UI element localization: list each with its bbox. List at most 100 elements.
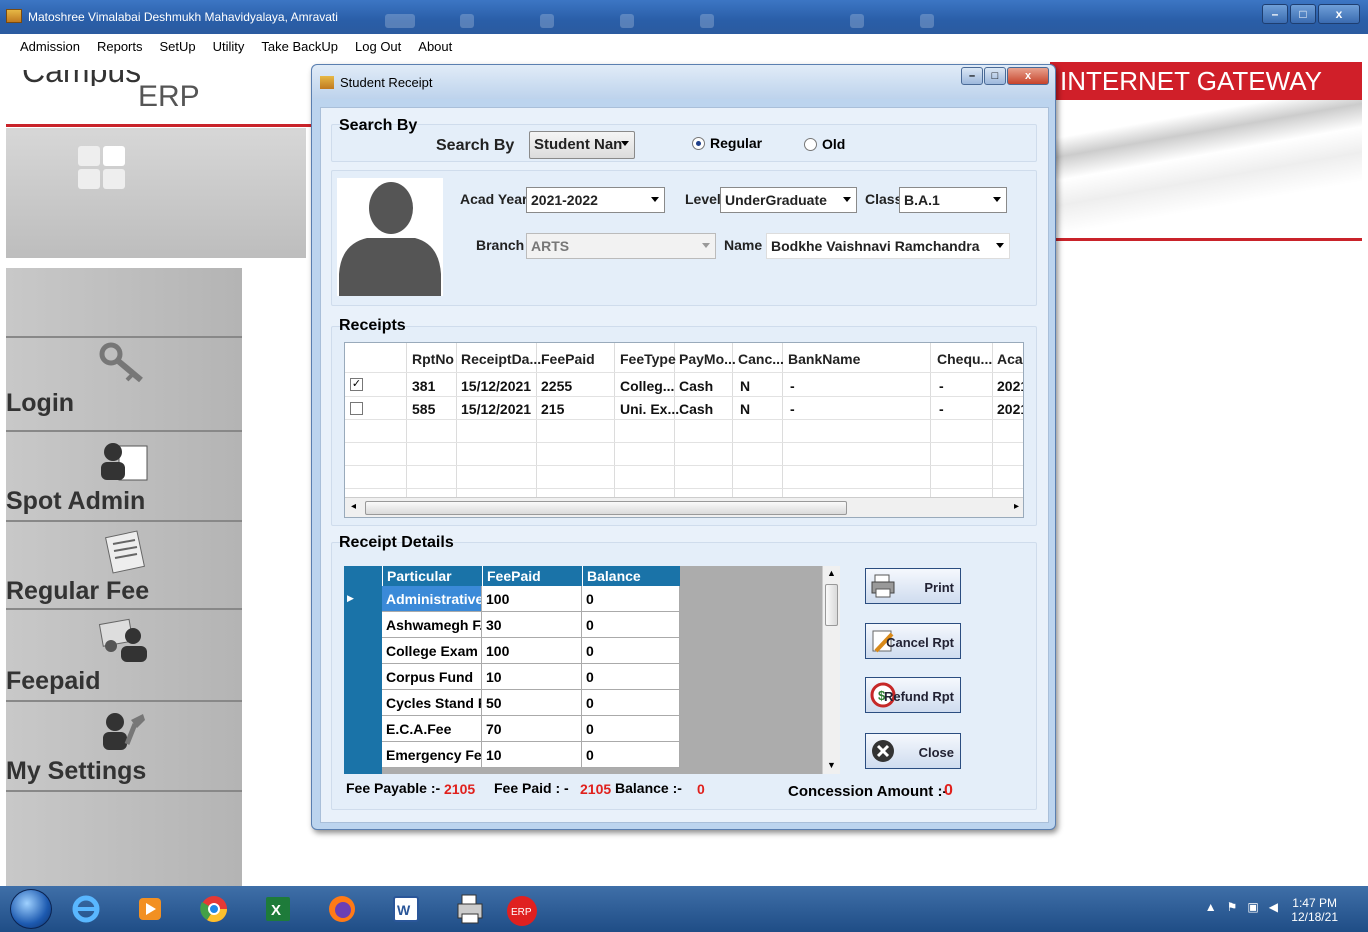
maximize-button[interactable]: □ — [1290, 4, 1316, 24]
close-dialog-button[interactable]: Close — [865, 733, 961, 769]
print-button[interactable]: Print — [865, 568, 961, 604]
detail-fee-paid[interactable]: 70 — [482, 716, 582, 742]
detail-fee-paid[interactable]: 30 — [482, 612, 582, 638]
volume-icon[interactable]: ◀ — [1269, 900, 1278, 914]
detail-balance[interactable]: 0 — [582, 690, 680, 716]
detail-balance[interactable]: 0 — [582, 612, 680, 638]
scrollbar-thumb[interactable] — [825, 584, 838, 626]
current-row-indicator-icon: ▶ — [347, 593, 354, 603]
refund-receipt-button[interactable]: $ Refund Rpt — [865, 677, 961, 713]
dialog-minimize-button[interactable]: – — [961, 67, 983, 85]
detail-fee-paid[interactable]: 10 — [482, 664, 582, 690]
menu-setup[interactable]: SetUp — [160, 34, 205, 58]
ie-icon[interactable] — [64, 890, 108, 928]
col-header-paymode[interactable]: PayMo... — [679, 351, 736, 379]
dialog-close-button[interactable]: x — [1007, 67, 1049, 85]
menu-utility[interactable]: Utility — [213, 34, 254, 58]
detail-particular[interactable]: Ashwamegh F... — [382, 612, 482, 638]
printer-task-icon[interactable] — [448, 890, 492, 928]
chevron-down-icon — [996, 243, 1004, 248]
tray-expand-icon[interactable]: ▲ — [1205, 900, 1217, 914]
detail-fee-paid[interactable]: 10 — [482, 742, 582, 768]
detail-balance[interactable]: 0 — [582, 742, 680, 768]
col-header-particular[interactable]: Particular — [382, 566, 482, 586]
scroll-left-icon[interactable]: ◂ — [351, 501, 356, 512]
detail-balance[interactable]: 0 — [582, 716, 680, 742]
col-header-fee-paid[interactable]: FeePaid — [482, 566, 582, 586]
detail-fee-paid[interactable]: 100 — [482, 638, 582, 664]
chevron-down-icon — [621, 141, 629, 146]
class-dropdown[interactable]: B.A.1 — [899, 187, 1007, 213]
acad-year-label: Acad Year — [460, 191, 528, 207]
excel-icon[interactable]: X — [256, 890, 300, 928]
col-header-cancel[interactable]: Canc... — [738, 351, 784, 379]
firefox-icon[interactable] — [320, 890, 364, 928]
detail-particular[interactable]: E.C.A.Fee — [382, 716, 482, 742]
col-header-bankname[interactable]: BankName — [788, 351, 860, 379]
detail-balance[interactable]: 0 — [582, 664, 680, 690]
sidebar-item-my-settings[interactable]: My Settings — [6, 706, 242, 796]
detail-particular[interactable]: Corpus Fund — [382, 664, 482, 690]
radio-old[interactable] — [804, 138, 817, 151]
detail-particular[interactable]: Administrative... — [382, 586, 482, 612]
detail-balance[interactable]: 0 — [582, 638, 680, 664]
col-header-cheque[interactable]: Chequ... — [937, 351, 992, 379]
sidebar-item-regular-fee[interactable]: Regular Fee — [6, 526, 242, 616]
menu-reports[interactable]: Reports — [97, 34, 152, 58]
dialog-maximize-button[interactable]: □ — [984, 67, 1006, 85]
clock[interactable]: 1:47 PM 12/18/21 — [1291, 896, 1338, 924]
main-title-bar: Matoshree Vimalabai Deshmukh Mahavidyala… — [0, 0, 1368, 34]
scroll-right-icon[interactable]: ▸ — [1014, 501, 1019, 512]
printer-icon — [871, 574, 895, 598]
scroll-up-icon[interactable]: ▲ — [827, 568, 836, 578]
close-button[interactable]: x — [1318, 4, 1360, 24]
menu-log-out[interactable]: Log Out — [355, 34, 410, 58]
minimize-button[interactable]: – — [1262, 4, 1288, 24]
cell-cheque: - — [939, 378, 944, 394]
detail-particular[interactable]: College Exam ... — [382, 638, 482, 664]
level-label: Level — [685, 191, 721, 207]
concession-value: 0 — [944, 782, 953, 799]
col-header-feetype[interactable]: FeeType — [620, 351, 676, 379]
word-icon[interactable]: W — [384, 890, 428, 928]
detail-particular[interactable]: Emergency Fee — [382, 742, 482, 768]
horizontal-scrollbar[interactable]: ◂ ▸ — [345, 497, 1023, 517]
details-vertical-scrollbar[interactable]: ▲ ▼ — [822, 566, 840, 774]
search-by-dropdown[interactable]: Student Nan — [529, 131, 635, 159]
name-dropdown[interactable]: Bodkhe Vaishnavi Ramchandra — [766, 233, 1010, 259]
clock-time: 1:47 PM — [1292, 896, 1337, 910]
detail-particular[interactable]: Cycles Stand F... — [382, 690, 482, 716]
sidebar-item-login[interactable]: Login — [6, 338, 242, 428]
menu-take-backup[interactable]: Take BackUp — [261, 34, 347, 58]
receipts-grid: RptNo ReceiptDa... FeePaid FeeType PayMo… — [344, 342, 1024, 518]
col-header-receiptdate[interactable]: ReceiptDa... — [461, 351, 541, 379]
chrome-icon[interactable] — [192, 890, 236, 928]
acad-year-dropdown[interactable]: 2021-2022 — [526, 187, 665, 213]
erp-app-icon[interactable]: ERP — [502, 890, 542, 928]
scrollbar-thumb[interactable] — [365, 501, 847, 515]
menu-admission[interactable]: Admission — [20, 34, 89, 58]
detail-balance[interactable]: 0 — [582, 586, 680, 612]
col-header-balance[interactable]: Balance — [582, 566, 680, 586]
dialog-app-icon — [320, 76, 334, 89]
flag-icon[interactable]: ⚑ — [1227, 900, 1238, 914]
start-button[interactable] — [10, 889, 52, 929]
radio-regular[interactable] — [692, 137, 705, 150]
sidebar-item-feepaid[interactable]: Feepaid — [6, 616, 242, 706]
sidebar-item-spot-admin[interactable]: Spot Admin — [6, 436, 242, 526]
cell-cancel: N — [740, 378, 751, 394]
detail-fee-paid[interactable]: 50 — [482, 690, 582, 716]
menu-about[interactable]: About — [418, 34, 461, 58]
chevron-down-icon — [843, 197, 851, 202]
detail-fee-paid[interactable]: 100 — [482, 586, 582, 612]
level-dropdown[interactable]: UnderGraduate — [720, 187, 857, 213]
scroll-down-icon[interactable]: ▼ — [827, 760, 836, 770]
col-header-feepaid[interactable]: FeePaid — [541, 351, 595, 379]
col-header-rptno[interactable]: RptNo — [412, 351, 454, 379]
cancel-receipt-button[interactable]: Cancel Rpt — [865, 623, 961, 659]
media-player-icon[interactable] — [128, 890, 172, 928]
row-checkbox[interactable]: ✓ — [350, 378, 363, 391]
network-icon[interactable]: ▣ — [1247, 900, 1258, 914]
col-header-acad[interactable]: Acad — [997, 351, 1023, 379]
row-checkbox[interactable] — [350, 402, 363, 415]
